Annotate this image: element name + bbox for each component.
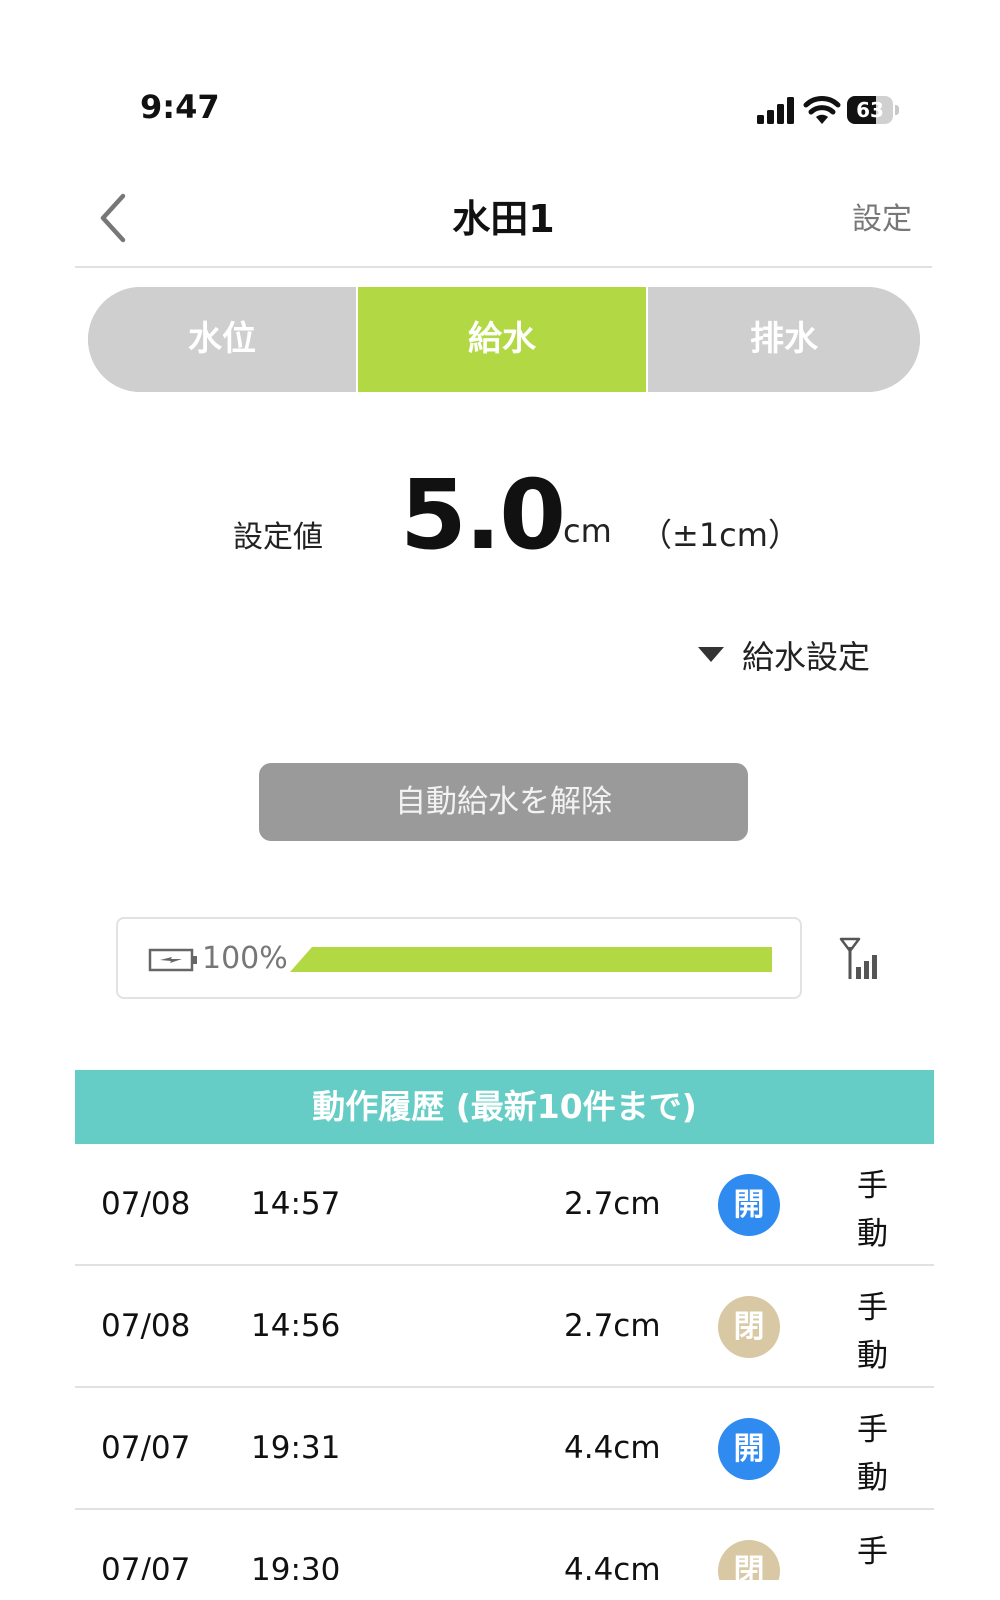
history-header: 動作履歴 (最新10件まで) [75, 1070, 934, 1144]
history-state-badge: 開 [718, 1174, 780, 1236]
signal-strength-icon [839, 937, 877, 979]
history-time: 14:56 [251, 1308, 341, 1344]
battery-level-text: 63 [856, 98, 884, 122]
battery-level-fill [290, 947, 772, 972]
wifi-icon [803, 96, 841, 124]
battery-charging-icon [148, 948, 197, 972]
history-water-level: 2.7cm [564, 1186, 661, 1222]
caret-down-icon [698, 647, 724, 662]
battery-level-bar [290, 947, 772, 972]
supply-settings-label: 給水設定 [742, 638, 871, 676]
tab-water-level[interactable]: 水位 [88, 287, 356, 392]
history-state-badge: 閉 [718, 1296, 780, 1358]
cellular-signal-icon [757, 97, 794, 124]
history-time: 19:31 [251, 1430, 341, 1466]
setpoint-tolerance: （±1cm） [640, 516, 800, 554]
history-water-level: 4.4cm [564, 1430, 661, 1466]
settings-link[interactable]: 設定 [852, 194, 912, 238]
history-row: 07/07 19:31 4.4cm 開 手動 [75, 1388, 934, 1510]
history-mode: 手動 [857, 1412, 888, 1496]
setpoint-label: 設定値 [233, 520, 323, 555]
history-state-badge: 閉 [718, 1540, 780, 1580]
history-list: 07/08 14:57 2.7cm 開 手動 07/08 14:56 2.7cm… [75, 1144, 934, 1580]
history-water-level: 2.7cm [564, 1308, 661, 1344]
history-mode: 手動 [857, 1534, 888, 1570]
mode-tabs: 水位 給水 排水 [88, 287, 920, 392]
history-mode: 手動 [857, 1290, 888, 1374]
cancel-auto-supply-button[interactable]: 自動給水を解除 [259, 763, 748, 841]
nav-header: 水田1 設定 [75, 170, 932, 268]
history-date: 07/07 [101, 1552, 191, 1580]
history-date: 07/08 [101, 1308, 191, 1344]
tab-water-supply[interactable]: 給水 [356, 287, 648, 392]
setpoint-unit: cm [563, 512, 612, 550]
history-row: 07/07 19:30 4.4cm 閉 手動 [75, 1510, 934, 1580]
history-water-level: 4.4cm [564, 1552, 661, 1580]
setpoint-value: 5.0 [400, 459, 566, 571]
history-date: 07/07 [101, 1430, 191, 1466]
battery-status-icon: 63 [847, 96, 899, 126]
history-row: 07/08 14:56 2.7cm 閉 手動 [75, 1266, 934, 1388]
history-time: 19:30 [251, 1552, 341, 1580]
history-mode: 手動 [857, 1168, 888, 1252]
page-title: 水田1 [452, 197, 555, 241]
battery-percent: 100% [202, 941, 288, 976]
history-state-badge: 開 [718, 1418, 780, 1480]
history-time: 14:57 [251, 1186, 341, 1222]
history-date: 07/08 [101, 1186, 191, 1222]
history-row: 07/08 14:57 2.7cm 開 手動 [75, 1144, 934, 1266]
status-time: 9:47 [140, 88, 220, 126]
status-bar: 9:47 63 [0, 0, 1000, 170]
tab-drainage[interactable]: 排水 [648, 287, 920, 392]
device-battery-card: 100% [116, 917, 802, 999]
